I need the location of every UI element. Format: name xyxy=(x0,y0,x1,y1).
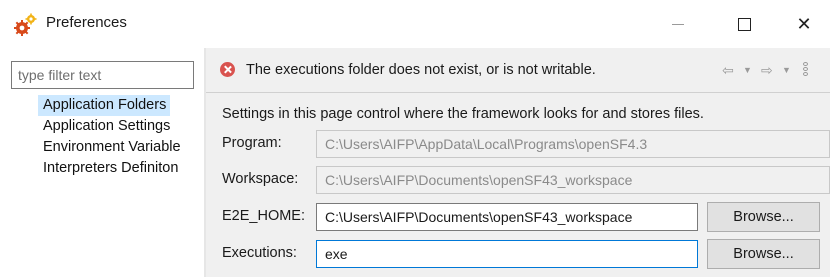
executions-label: Executions: xyxy=(222,245,297,261)
back-dropdown-icon[interactable]: ▼ xyxy=(743,62,752,78)
e2e-home-field[interactable] xyxy=(316,203,698,231)
error-message: The executions folder does not exist, or… xyxy=(246,62,596,78)
tree-item-environment-variable[interactable]: Environment Variable xyxy=(38,137,204,158)
workspace-field xyxy=(316,166,830,194)
executions-field[interactable] xyxy=(316,240,698,268)
program-field xyxy=(316,130,830,158)
window-title: Preferences xyxy=(46,14,127,31)
workspace-label: Workspace: xyxy=(222,171,299,187)
minimize-icon xyxy=(672,23,684,25)
forward-dropdown-icon[interactable]: ▼ xyxy=(782,62,791,78)
minimize-button[interactable] xyxy=(650,0,706,48)
tree-item-application-settings[interactable]: Application Settings xyxy=(38,116,204,137)
close-icon: ✕ xyxy=(796,13,812,34)
preference-tree-panel: Application Folders Application Settings… xyxy=(0,48,204,277)
executions-row: Executions: Browse... xyxy=(206,238,830,272)
forward-arrow-icon[interactable]: ⇨ xyxy=(761,62,773,78)
preference-tree: Application Folders Application Settings… xyxy=(38,95,204,179)
tree-item-interpreters-definiton[interactable]: Interpreters Definiton xyxy=(38,158,204,179)
header-separator xyxy=(206,92,830,93)
title-bar[interactable]: Preferences ✕ xyxy=(0,0,830,48)
view-menu-icon[interactable] xyxy=(803,62,811,78)
program-row: Program: xyxy=(206,128,830,162)
maximize-button[interactable] xyxy=(716,0,772,48)
error-icon xyxy=(220,62,235,77)
e2e-home-browse-button[interactable]: Browse... xyxy=(707,202,820,232)
tree-item-application-folders[interactable]: Application Folders xyxy=(38,95,171,116)
maximize-icon xyxy=(737,17,751,31)
e2e-home-label: E2E_HOME: xyxy=(222,208,305,224)
close-button[interactable]: ✕ xyxy=(776,0,830,48)
program-label: Program: xyxy=(222,135,282,151)
page-header: The executions folder does not exist, or… xyxy=(206,48,830,92)
page-description: Settings in this page control where the … xyxy=(222,106,704,122)
executions-browse-button[interactable]: Browse... xyxy=(707,239,820,269)
back-arrow-icon[interactable]: ⇦ xyxy=(722,62,734,78)
gears-icon xyxy=(14,13,37,36)
workspace-row: Workspace: xyxy=(206,164,830,198)
preferences-dialog: Preferences ✕ Application Folders Applic… xyxy=(0,0,830,277)
e2e-home-row: E2E_HOME: Browse... xyxy=(206,201,830,235)
filter-input[interactable] xyxy=(11,61,194,89)
preference-page: The executions folder does not exist, or… xyxy=(206,48,830,277)
